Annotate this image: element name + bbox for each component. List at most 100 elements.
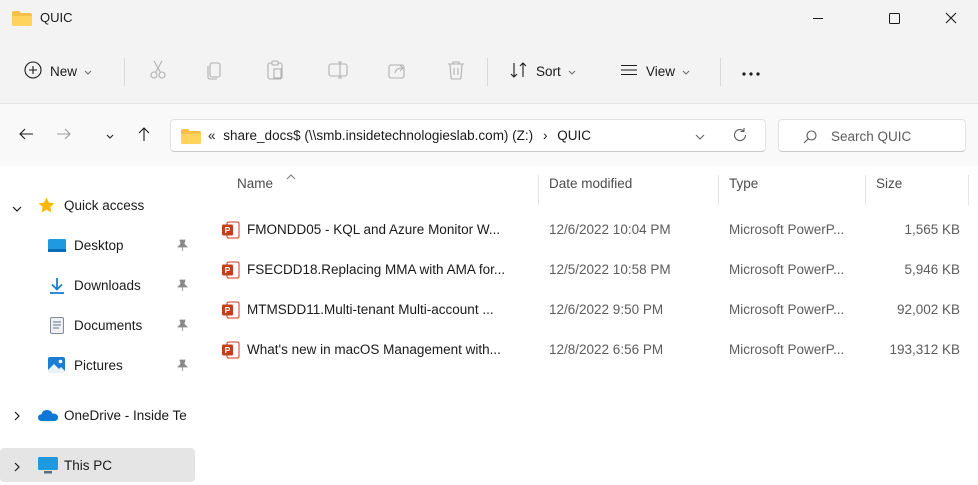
sort-icon (510, 61, 528, 81)
minimize-icon (812, 12, 824, 24)
forward-button[interactable] (50, 121, 78, 149)
close-icon (945, 12, 957, 24)
rename-icon (328, 60, 348, 82)
pin-icon[interactable] (176, 319, 188, 335)
column-divider[interactable] (538, 175, 539, 205)
file-date: 12/8/2022 6:56 PM (549, 342, 664, 357)
table-row[interactable]: P FMONDD05 - KQL and Azure Monitor W... … (216, 213, 968, 247)
list-view-icon (620, 64, 638, 79)
download-icon (48, 277, 66, 298)
sidebar-item-this-pc[interactable]: This PC (0, 448, 195, 482)
sidebar-item-pictures[interactable]: Pictures (0, 348, 195, 382)
file-name: MTMSDD11.Multi-tenant Multi-account ... (247, 302, 494, 317)
sidebar-label: Quick access (64, 198, 145, 213)
view-label: View (646, 63, 676, 79)
sort-ascending-icon (286, 168, 296, 183)
maximize-button[interactable] (871, 0, 917, 36)
chevron-down-icon (568, 64, 576, 79)
address-bar[interactable]: « share_docs$ (\\smb.insidetechnologiesl… (170, 119, 766, 152)
chevron-down-icon[interactable] (12, 201, 22, 216)
table-row[interactable]: P FSECDD18.Replacing MMA with AMA for...… (216, 253, 968, 287)
close-button[interactable] (928, 0, 974, 36)
search-icon (803, 130, 817, 147)
search-input[interactable]: Search QUIC (831, 129, 911, 144)
breadcrumb-overflow[interactable]: « (208, 128, 216, 143)
sidebar-item-onedrive[interactable]: OneDrive - Inside Te (0, 398, 195, 432)
file-date: 12/6/2022 9:50 PM (549, 302, 664, 317)
add-icon (24, 60, 42, 82)
chevron-right-icon[interactable] (14, 409, 21, 424)
view-button[interactable]: View (620, 55, 690, 87)
command-bar: New Sort View (0, 38, 978, 104)
breadcrumb-share-docs[interactable]: share_docs$ (\\smb.insidetechnologieslab… (223, 128, 533, 143)
arrow-up-icon (137, 126, 151, 145)
sidebar-item-documents[interactable]: Documents (0, 308, 195, 342)
maximize-icon (888, 12, 900, 24)
arrow-left-icon (18, 127, 34, 144)
table-row[interactable]: P MTMSDD11.Multi-tenant Multi-account ..… (216, 293, 968, 327)
column-divider[interactable] (968, 175, 969, 205)
svg-text:P: P (225, 305, 231, 315)
column-header-size[interactable]: Size (876, 176, 902, 200)
pictures-icon (48, 357, 65, 376)
sidebar-item-quick-access[interactable]: Quick access (0, 188, 195, 222)
breadcrumb: « share_docs$ (\\smb.insidetechnologiesl… (208, 128, 591, 143)
cut-button[interactable] (142, 55, 174, 87)
powerpoint-icon: P (222, 261, 240, 282)
cloud-icon (38, 409, 58, 424)
computer-icon (38, 457, 58, 477)
arrow-right-icon (56, 127, 72, 144)
delete-icon (447, 60, 465, 83)
rename-button[interactable] (322, 55, 354, 87)
svg-text:P: P (225, 225, 231, 235)
table-row[interactable]: P What's new in macOS Management with...… (216, 333, 968, 367)
powerpoint-icon: P (222, 341, 240, 362)
sidebar-item-downloads[interactable]: Downloads (0, 268, 195, 302)
pin-icon[interactable] (176, 239, 188, 255)
recent-locations-button[interactable] (96, 121, 124, 149)
breadcrumb-separator[interactable]: › (543, 128, 548, 143)
powerpoint-icon: P (222, 301, 240, 322)
document-icon (50, 317, 64, 337)
cut-icon (149, 60, 167, 83)
search-box[interactable]: Search QUIC (778, 119, 966, 152)
file-type: Microsoft PowerP... (729, 342, 845, 357)
sidebar-label: Documents (74, 318, 143, 333)
breadcrumb-quic[interactable]: QUIC (557, 128, 591, 143)
back-button[interactable] (12, 121, 40, 149)
column-divider[interactable] (865, 175, 866, 205)
separator (487, 58, 488, 86)
pin-icon[interactable] (176, 359, 188, 375)
chevron-down-icon (106, 128, 114, 143)
svg-text:P: P (225, 345, 231, 355)
paste-button[interactable] (259, 55, 291, 87)
column-header-name[interactable]: Name (237, 176, 273, 200)
powerpoint-icon: P (222, 221, 240, 242)
sidebar-label: This PC (64, 458, 113, 473)
title-bar: QUIC (0, 0, 978, 38)
delete-button[interactable] (440, 55, 472, 87)
column-header-type[interactable]: Type (729, 176, 758, 200)
column-divider[interactable] (718, 175, 719, 205)
share-button[interactable] (382, 55, 414, 87)
file-size: 92,002 KB (896, 302, 960, 317)
chevron-right-icon[interactable] (14, 460, 21, 475)
refresh-icon[interactable] (732, 127, 748, 146)
file-size: 1,565 KB (904, 222, 960, 237)
chevron-down-icon[interactable] (695, 129, 705, 144)
sidebar-item-desktop[interactable]: Desktop (0, 228, 195, 262)
more-options-button[interactable] (735, 55, 767, 87)
up-button[interactable] (130, 121, 158, 149)
file-date: 12/6/2022 10:04 PM (549, 222, 671, 237)
sort-label: Sort (536, 63, 561, 79)
pin-icon[interactable] (176, 279, 188, 295)
new-button[interactable]: New (24, 55, 92, 87)
sidebar-label: Downloads (74, 278, 141, 293)
file-size: 5,946 KB (904, 262, 960, 277)
sidebar-label: OneDrive - Inside Te (64, 408, 187, 423)
column-header-date-modified[interactable]: Date modified (549, 176, 632, 200)
more-icon (741, 64, 761, 79)
sort-button[interactable]: Sort (510, 55, 576, 87)
minimize-button[interactable] (795, 0, 841, 36)
copy-button[interactable] (199, 55, 231, 87)
